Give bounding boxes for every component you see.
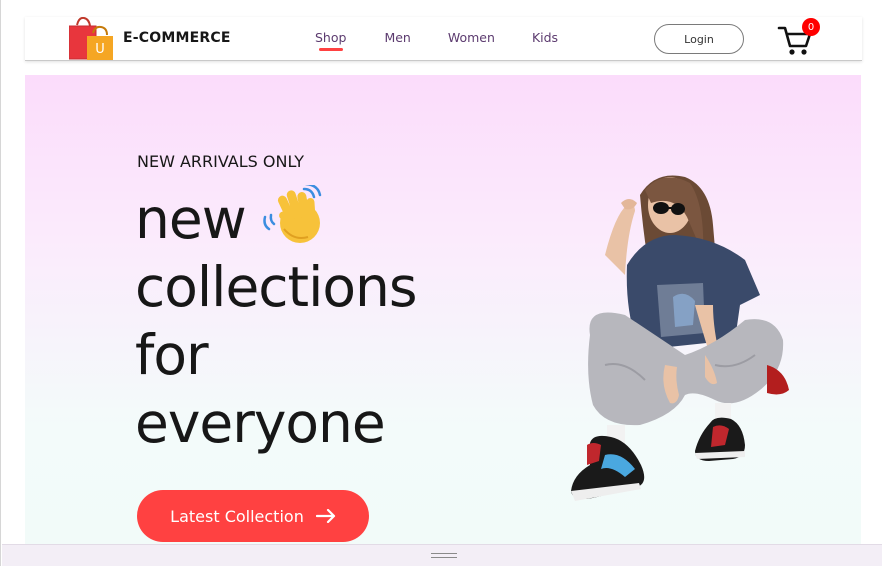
nav-link-men[interactable]: Men xyxy=(384,30,410,45)
nav-link-kids[interactable]: Kids xyxy=(532,30,558,45)
cta-label: Latest Collection xyxy=(170,506,304,526)
headline-line-4: everyone xyxy=(135,391,386,455)
hero-headline: new collections for everyone xyxy=(135,184,418,457)
shopping-bags-icon: U xyxy=(69,17,113,60)
login-button[interactable]: Login xyxy=(654,24,744,54)
grip-line xyxy=(431,553,457,554)
cart-count-badge: 0 xyxy=(802,18,820,36)
headline-line-2: collections xyxy=(135,255,418,319)
active-underline xyxy=(319,48,343,51)
hero-section: NEW ARRIVALS ONLY new collections for ev xyxy=(25,75,861,544)
hero-eyebrow: NEW ARRIVALS ONLY xyxy=(137,152,305,171)
nav-links: Shop Men Women Kids xyxy=(315,30,558,51)
headline-line-1: new xyxy=(135,184,417,253)
cart-button[interactable]: 0 xyxy=(777,18,820,59)
resize-handle[interactable] xyxy=(431,553,457,559)
nav-link-shop[interactable]: Shop xyxy=(315,30,347,51)
browser-frame: U E-COMMERCE Shop Men Women Kids Login 0… xyxy=(0,0,882,566)
latest-collection-button[interactable]: Latest Collection xyxy=(137,490,369,542)
nav-link-label: Shop xyxy=(315,30,347,45)
arrow-right-icon xyxy=(315,509,335,523)
grip-line xyxy=(431,557,457,558)
headline-word: new xyxy=(135,187,247,251)
brand-name: E-COMMERCE xyxy=(123,30,231,46)
navbar: U E-COMMERCE Shop Men Women Kids Login 0 xyxy=(25,17,862,61)
logo[interactable]: U xyxy=(69,17,115,61)
panel-resize-bar xyxy=(2,544,882,566)
nav-link-women[interactable]: Women xyxy=(448,30,495,45)
waving-hand-icon xyxy=(262,184,321,243)
logo-letter: U xyxy=(95,42,105,57)
headline-line-3: for xyxy=(135,323,209,387)
hero-model-image xyxy=(571,175,789,501)
